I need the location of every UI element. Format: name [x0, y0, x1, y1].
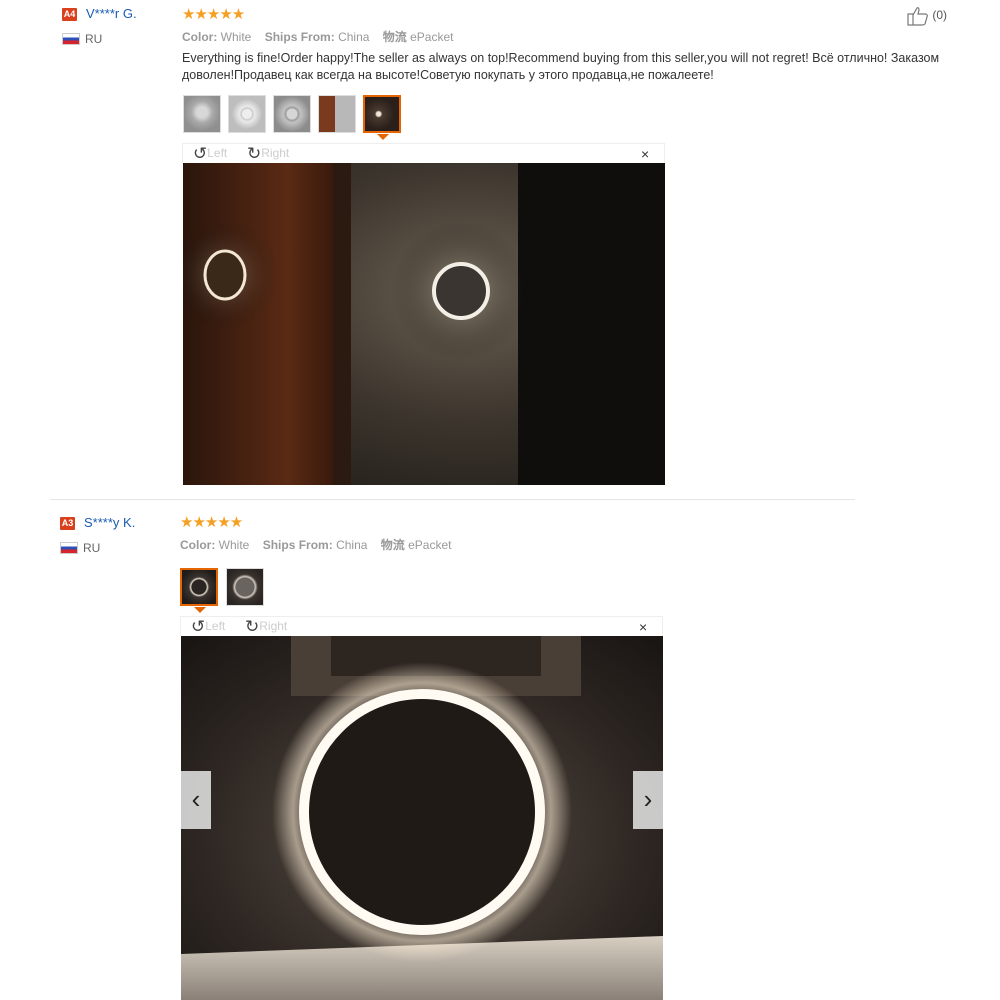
buyer-level-badge: A4: [62, 8, 77, 21]
rotate-left-label: Left: [207, 146, 228, 161]
review-attributes: Color: White Ships From: China 物流 ePacke…: [180, 536, 461, 553]
review-photo-thumb[interactable]: [183, 95, 221, 133]
color-value: White: [218, 538, 250, 552]
color-label: Color:: [180, 538, 216, 552]
rating-stars: ★★★★★: [180, 514, 243, 531]
reviewer-country: RU: [83, 541, 101, 555]
photo-ring-lamp: [181, 636, 663, 1000]
image-viewer-toolbar: ↺Left ↻Right ×: [180, 616, 663, 636]
next-image-button[interactable]: ›: [633, 771, 663, 829]
rotate-right-icon: ↻: [245, 617, 260, 636]
logistics-label: 物流: [382, 30, 407, 44]
review-photo-large: [183, 163, 665, 485]
helpful-button[interactable]: (0): [907, 6, 947, 26]
review-divider: [50, 499, 855, 500]
chevron-left-icon: ‹: [191, 784, 201, 814]
chevron-right-icon: ›: [643, 784, 653, 814]
country-flag-icon: [62, 33, 80, 45]
reviewer-name[interactable]: S****y K.: [84, 515, 135, 530]
thumbs-up-icon: [907, 7, 928, 26]
review-photo-thumb[interactable]: [228, 95, 266, 133]
review-text: Everything is fine!Order happy!The selle…: [182, 51, 940, 82]
review-photo-thumb-selected[interactable]: [180, 568, 218, 606]
review-photo-thumb[interactable]: [226, 568, 264, 606]
review-attributes: Color: White Ships From: China 物流 ePacke…: [182, 28, 463, 45]
rotate-left-button[interactable]: ↺Left: [191, 617, 225, 637]
helpful-count: (0): [932, 8, 948, 23]
color-value: White: [220, 30, 252, 44]
logistics-value: ePacket: [410, 30, 454, 44]
logistics-label: 物流: [380, 538, 405, 552]
ships-from-label: Ships From:: [264, 30, 335, 44]
previous-image-button[interactable]: ‹: [181, 771, 211, 829]
review-photo-large: [181, 636, 663, 1000]
selected-thumb-pointer: [194, 607, 206, 613]
ships-from-value: China: [336, 538, 368, 552]
rotate-left-icon: ↺: [191, 617, 206, 636]
close-icon[interactable]: ×: [639, 619, 647, 635]
rotate-left-button[interactable]: ↺Left: [193, 144, 227, 164]
image-viewer-toolbar: ↺Left ↻Right ×: [182, 143, 665, 163]
buyer-level-badge: A3: [60, 517, 75, 530]
rotate-right-button[interactable]: ↻Right: [245, 617, 287, 637]
color-label: Color:: [182, 30, 218, 44]
country-flag-icon: [60, 542, 78, 554]
reviewer-country: RU: [85, 32, 103, 46]
review-photo-thumb[interactable]: [318, 95, 356, 133]
selected-thumb-pointer: [377, 134, 389, 140]
ships-from-value: China: [338, 30, 370, 44]
close-icon[interactable]: ×: [641, 146, 649, 162]
logistics-value: ePacket: [408, 538, 452, 552]
rotate-left-icon: ↺: [193, 144, 208, 163]
rotate-right-label: Right: [259, 619, 288, 634]
rotate-right-label: Right: [261, 146, 290, 161]
review-photo-thumb[interactable]: [273, 95, 311, 133]
rotate-left-label: Left: [205, 619, 226, 634]
rotate-right-icon: ↻: [247, 144, 262, 163]
photo-wall-lamps: [183, 163, 665, 485]
rotate-right-button[interactable]: ↻Right: [247, 144, 289, 164]
review-photo-thumb-selected[interactable]: [363, 95, 401, 133]
rating-stars: ★★★★★: [182, 6, 245, 23]
ships-from-label: Ships From:: [262, 538, 333, 552]
reviewer-name[interactable]: V****r G.: [86, 6, 137, 21]
